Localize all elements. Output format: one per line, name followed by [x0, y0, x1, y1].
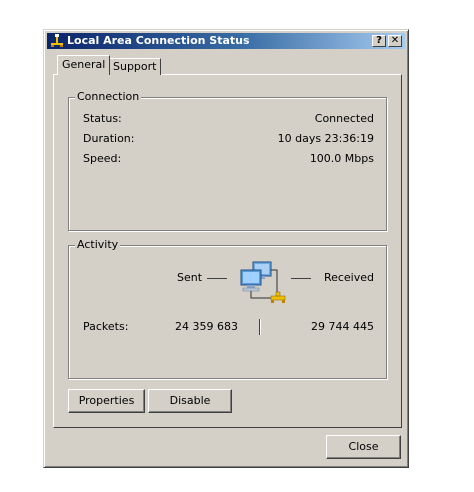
- sent-line: [207, 278, 227, 279]
- duration-row: Duration: 10 days 23:36:19: [83, 132, 374, 146]
- close-button[interactable]: Close: [326, 435, 401, 459]
- received-label: Received: [323, 271, 374, 284]
- received-line: [291, 278, 311, 279]
- network-connection-icon: [51, 34, 63, 47]
- properties-button[interactable]: Properties: [68, 389, 145, 413]
- disable-button[interactable]: Disable: [148, 389, 232, 413]
- status-label: Status:: [83, 112, 122, 125]
- status-value: Connected: [314, 112, 374, 125]
- packets-label: Packets:: [83, 320, 129, 333]
- packets-received-value: 29 744 445: [311, 320, 374, 333]
- speed-row: Speed: 100.0 Mbps: [83, 152, 374, 166]
- status-row: Status: Connected: [83, 112, 374, 126]
- packets-divider: [259, 319, 260, 335]
- duration-label: Duration:: [83, 132, 135, 145]
- duration-value: 10 days 23:36:19: [277, 132, 374, 145]
- activity-group: Activity Sent Received Packets: 24 359 6…: [68, 238, 387, 379]
- tab-panel-general: Connection Status: Connected Duration: 1…: [53, 74, 402, 428]
- sent-label: Sent: [177, 271, 203, 284]
- connection-legend: Connection: [75, 90, 142, 104]
- help-button[interactable]: ?: [372, 35, 386, 47]
- speed-label: Speed:: [83, 152, 122, 165]
- tab-support[interactable]: Support: [108, 58, 162, 75]
- activity-legend: Activity: [75, 238, 121, 252]
- title-bar[interactable]: Local Area Connection Status ? ✕: [47, 33, 405, 49]
- close-window-button[interactable]: ✕: [388, 35, 402, 47]
- tab-general[interactable]: General: [57, 55, 111, 75]
- network-computers-icon: [240, 261, 286, 303]
- speed-value: 100.0 Mbps: [309, 152, 374, 165]
- dialog-window: Local Area Connection Status ? ✕ General…: [43, 29, 409, 468]
- connection-group: Connection Status: Connected Duration: 1…: [68, 90, 387, 231]
- packets-sent-value: 24 359 683: [175, 320, 238, 333]
- window-title: Local Area Connection Status: [67, 34, 250, 47]
